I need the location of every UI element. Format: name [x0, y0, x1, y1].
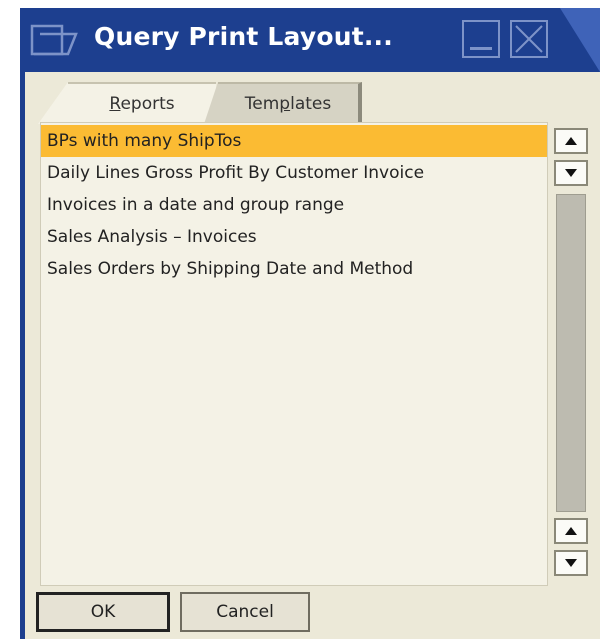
list-item[interactable]: BPs with many ShipTos [41, 125, 547, 157]
list-item[interactable]: Invoices in a date and group range [41, 189, 547, 221]
title-bar-accent [560, 8, 600, 72]
list-scrollbar[interactable] [550, 122, 590, 584]
window-title: Query Print Layout... [94, 22, 393, 51]
close-button[interactable] [510, 20, 548, 58]
cancel-button[interactable]: Cancel [180, 592, 310, 632]
triangle-up-icon [565, 137, 577, 145]
triangle-up-icon [565, 527, 577, 535]
scroll-down-button[interactable] [554, 160, 588, 186]
scrollbar-track[interactable] [556, 194, 586, 512]
tab-strip: Reports Templates [38, 80, 368, 124]
title-bar[interactable]: Query Print Layout... [20, 8, 600, 72]
scroll-up-button[interactable] [554, 128, 588, 154]
triangle-down-icon [565, 559, 577, 567]
query-print-layout-window: Query Print Layout... Reports Templates … [20, 8, 600, 639]
tab-templates-label: Templates [244, 94, 332, 114]
list-item[interactable]: Sales Analysis – Invoices [41, 221, 547, 253]
triangle-down-icon [565, 169, 577, 177]
folder-form-icon [30, 24, 80, 58]
list-item[interactable]: Sales Orders by Shipping Date and Method [41, 253, 547, 285]
scroll-down-button[interactable] [554, 550, 588, 576]
reports-list[interactable]: BPs with many ShipTos Daily Lines Gross … [40, 122, 548, 586]
tab-reports[interactable]: Reports [38, 82, 216, 124]
tab-templates[interactable]: Templates [204, 82, 362, 124]
minimize-button[interactable] [462, 20, 500, 58]
window-left-border [20, 72, 25, 639]
list-item[interactable]: Daily Lines Gross Profit By Customer Inv… [41, 157, 547, 189]
scroll-up-button[interactable] [554, 518, 588, 544]
tab-reports-label: Reports [109, 94, 175, 114]
ok-button[interactable]: OK [36, 592, 170, 632]
close-icon [515, 25, 543, 53]
